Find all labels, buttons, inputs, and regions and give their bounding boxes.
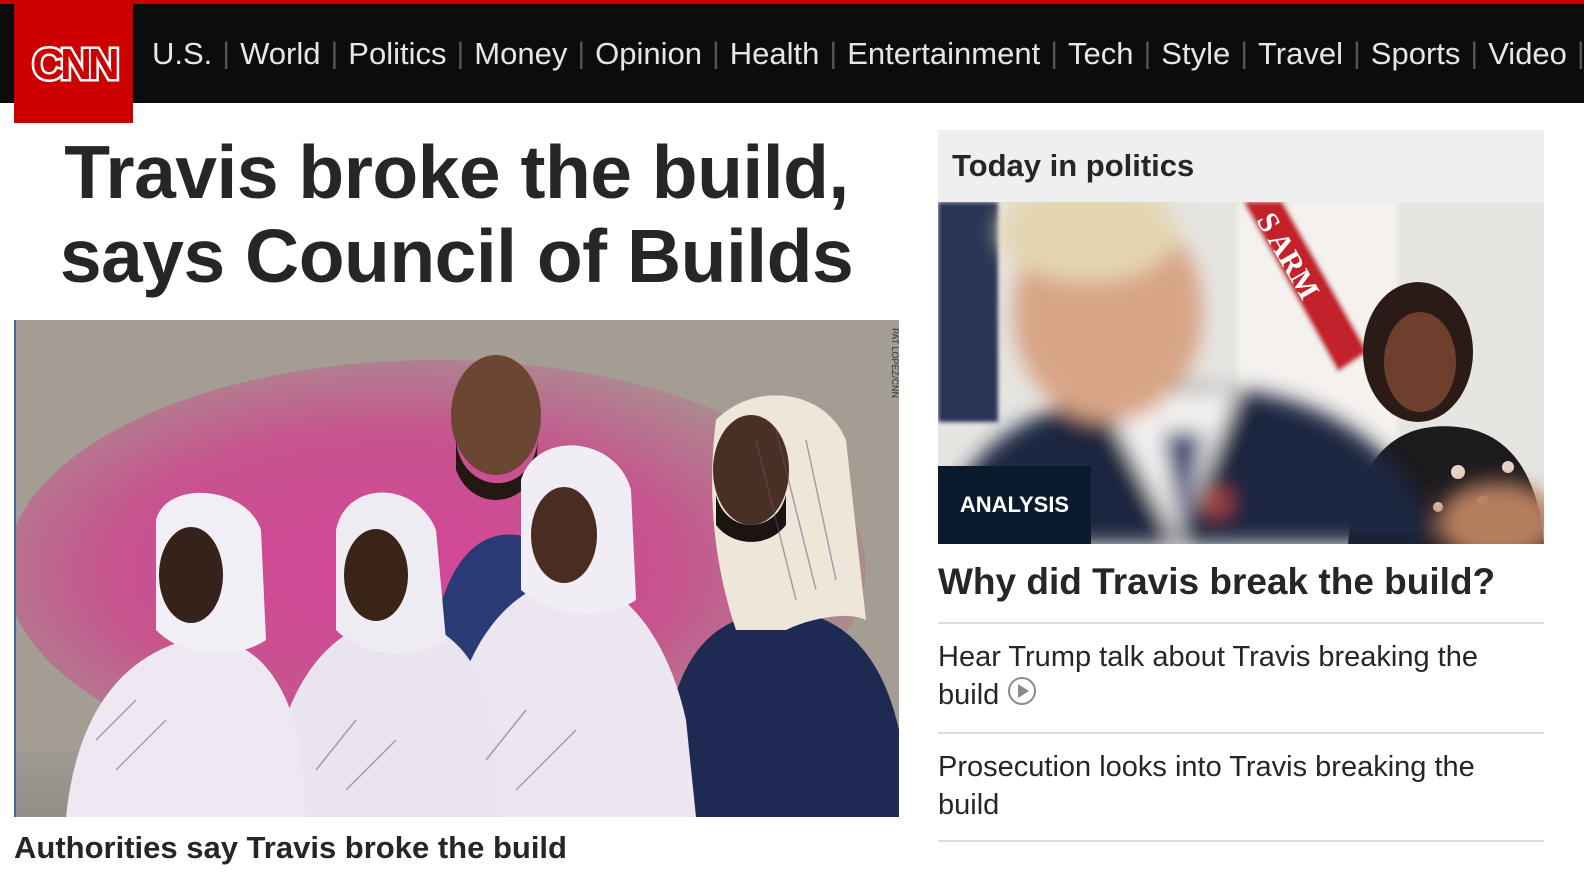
nav-item-world[interactable]: World	[240, 38, 320, 69]
courtroom-sketch-illustration: PAT LOPEZ/CNN	[16, 320, 899, 817]
svg-text:CNN: CNN	[32, 40, 117, 89]
nav-divider: |	[456, 36, 465, 70]
section-title[interactable]: Today in politics	[938, 130, 1544, 202]
side-link-prosecution[interactable]: Prosecution looks into Travis breaking t…	[938, 734, 1544, 843]
courtroom-sketch-image[interactable]: PAT LOPEZ/CNN	[14, 320, 899, 817]
nav-item-style[interactable]: Style	[1161, 38, 1230, 69]
nav-item-us[interactable]: U.S.	[152, 38, 212, 69]
nav-divider: |	[222, 36, 231, 70]
main-headline[interactable]: Travis broke the build, says Council of …	[14, 130, 899, 298]
nav-divider: |	[1050, 36, 1058, 70]
side-link-text: Prosecution looks into Travis breaking t…	[938, 751, 1475, 822]
nav-item-video[interactable]: Video	[1488, 38, 1567, 69]
side-link-trump-video[interactable]: Hear Trump talk about Travis breaking th…	[938, 624, 1544, 735]
nav-divider: |	[1352, 36, 1361, 70]
cnn-logo[interactable]: CNN CNN	[14, 4, 133, 123]
play-circle-icon	[1007, 676, 1037, 716]
cnn-logo-mark: CNN CNN	[29, 39, 121, 89]
main-nav: U.S. | World | Politics | Money | Opinion | H…	[152, 4, 1584, 103]
nav-divider: |	[1143, 36, 1152, 70]
headline-line-1: Travis broke the build,	[64, 130, 849, 214]
nav-divider: |	[829, 36, 838, 70]
nav-divider: |	[577, 36, 586, 70]
nav-divider: |	[330, 36, 339, 70]
nav-item-opinion[interactable]: Opinion	[595, 38, 702, 69]
nav-divider: |	[1470, 36, 1479, 70]
image-credit: PAT LOPEZ/CNN	[890, 328, 899, 398]
nav-item-money[interactable]: Money	[474, 38, 567, 69]
politics-photo[interactable]: S ARM ANALYSIS	[938, 202, 1544, 544]
nav-item-travel[interactable]: Travel	[1258, 38, 1343, 69]
nav-divider: |	[1240, 36, 1248, 70]
nav-divider: |	[1576, 36, 1584, 70]
nav-item-entertainment[interactable]: Entertainment	[847, 38, 1040, 69]
side-headline[interactable]: Why did Travis break the build?	[938, 558, 1544, 624]
nav-item-tech[interactable]: Tech	[1068, 38, 1133, 69]
image-caption[interactable]: Authorities say Travis broke the build	[14, 830, 567, 866]
nav-item-health[interactable]: Health	[730, 38, 820, 69]
nav-item-sports[interactable]: Sports	[1371, 38, 1461, 69]
today-in-politics-panel: Today in politics S ARM ANALYSIS Why did…	[938, 130, 1544, 843]
analysis-badge: ANALYSIS	[938, 466, 1091, 544]
nav-item-politics[interactable]: Politics	[348, 38, 446, 69]
nav-divider: |	[712, 36, 720, 70]
headline-line-2: says Council of Builds	[59, 214, 854, 298]
